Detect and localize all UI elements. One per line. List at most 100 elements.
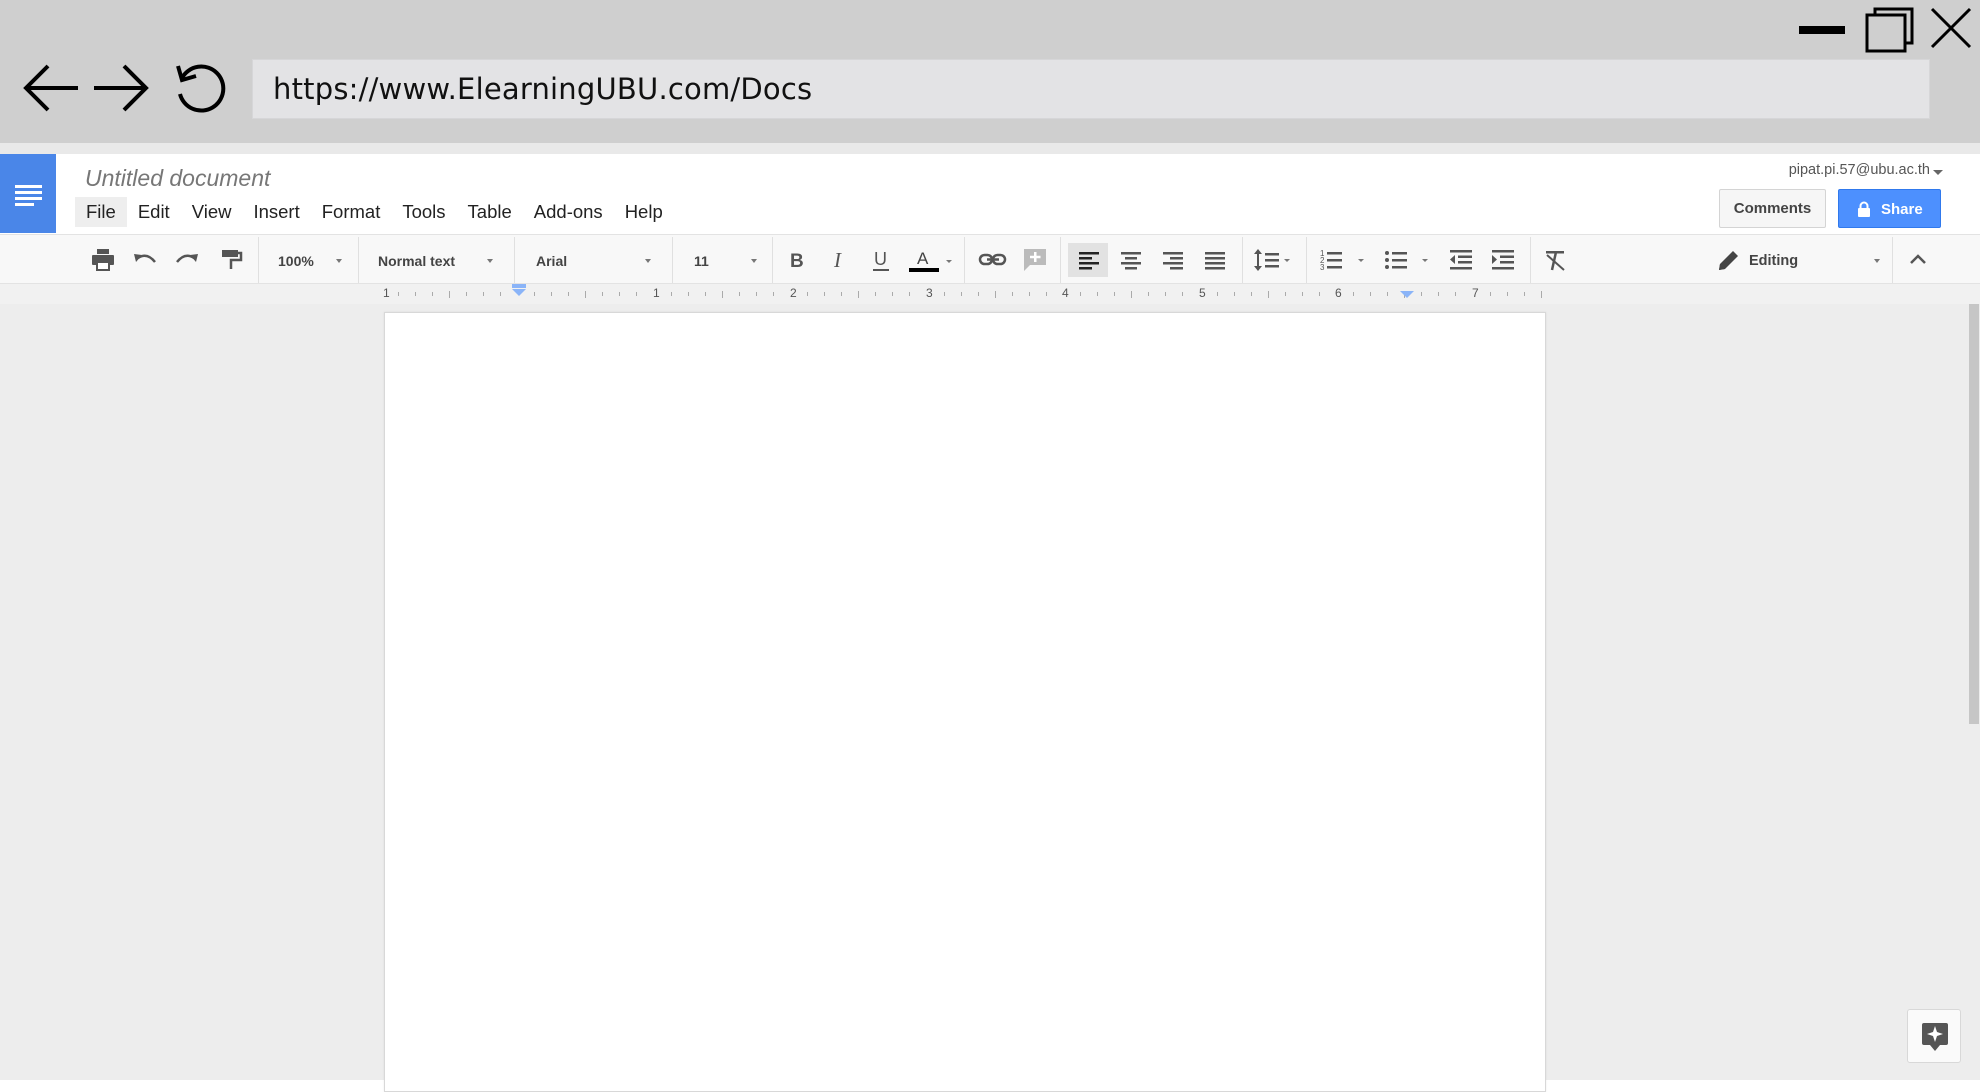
editing-mode-value: Editing (1749, 253, 1799, 269)
chevron-down-icon (487, 259, 493, 263)
ruler-tick (1045, 292, 1047, 296)
horizontal-ruler[interactable]: 1 1 2 3 4 5 6 7 (383, 284, 1545, 304)
ruler-tick (499, 292, 501, 296)
maximize-icon[interactable] (1860, 5, 1920, 55)
toolbar-separator (672, 237, 673, 283)
menu-format[interactable]: Format (311, 197, 392, 227)
ruler-tick (1165, 292, 1167, 296)
ruler-tick (1455, 292, 1457, 296)
back-arrow-icon[interactable] (20, 56, 84, 120)
reload-icon[interactable] (168, 56, 232, 120)
ruler-tick (482, 292, 484, 296)
ruler-tick (1489, 292, 1491, 296)
collapse-toolbar-icon[interactable] (1900, 243, 1936, 277)
editing-mode-dropdown[interactable]: Editing (1710, 243, 1882, 277)
ruler-tick (1421, 292, 1423, 296)
ruler-tick (1250, 292, 1252, 296)
menu-edit[interactable]: Edit (127, 197, 181, 227)
left-indent-marker-icon[interactable] (511, 284, 527, 298)
line-spacing-icon[interactable] (1250, 243, 1298, 277)
docs-header: Untitled document File Edit View Insert … (0, 154, 1980, 234)
menu-add-ons[interactable]: Add-ons (523, 197, 614, 227)
zoom-value: 100% (278, 253, 314, 269)
align-right-icon[interactable] (1154, 243, 1192, 277)
docs-logo-icon[interactable] (0, 154, 56, 233)
bulleted-list-icon[interactable] (1378, 243, 1436, 277)
zoom-dropdown[interactable]: 100% (268, 243, 350, 277)
ruler-tick (551, 292, 553, 296)
underline-icon[interactable]: U (865, 243, 899, 277)
ruler-tick (841, 292, 843, 296)
explore-button[interactable] (1907, 1009, 1961, 1063)
ruler-tick (619, 292, 621, 296)
minimize-icon[interactable] (1795, 5, 1855, 55)
document-title[interactable]: Untitled document (85, 165, 270, 192)
ruler-label: 1 (653, 286, 660, 300)
menu-insert[interactable]: Insert (242, 197, 310, 227)
italic-icon[interactable]: I (822, 243, 856, 277)
document-page[interactable] (384, 312, 1546, 1092)
ruler-tick (568, 292, 570, 296)
account-email[interactable]: pipat.pi.57@ubu.ac.th (1789, 162, 1930, 178)
ruler-tick (1267, 290, 1269, 298)
ruler-tick (1080, 292, 1082, 296)
ruler-tick (465, 292, 467, 296)
menu-table[interactable]: Table (457, 197, 523, 227)
svg-text:I: I (833, 248, 842, 272)
toolbar-separator (358, 237, 359, 283)
menu-help[interactable]: Help (614, 197, 674, 227)
align-center-icon[interactable] (1112, 243, 1150, 277)
ruler-tick (1011, 292, 1013, 296)
scrollbar-thumb[interactable] (1969, 304, 1979, 724)
print-icon[interactable] (86, 243, 120, 277)
chrome-divider (0, 143, 1980, 154)
ruler-tick (807, 292, 809, 296)
link-icon[interactable] (975, 243, 1011, 277)
bold-icon[interactable]: B (780, 243, 814, 277)
toolbar-separator (772, 237, 773, 283)
menu-view[interactable]: View (181, 197, 243, 227)
undo-icon[interactable] (128, 243, 162, 277)
font-size-dropdown[interactable]: 11 (682, 243, 762, 277)
ruler-label: 4 (1062, 286, 1069, 300)
ruler-tick (1114, 292, 1116, 296)
ruler-tick (943, 292, 945, 296)
account-caret-icon[interactable] (1933, 170, 1943, 175)
clear-formatting-icon[interactable] (1538, 243, 1574, 277)
paint-format-icon[interactable] (214, 243, 248, 277)
ruler-tick (824, 292, 826, 296)
forward-arrow-icon[interactable] (90, 56, 154, 120)
toolbar-separator (1892, 237, 1893, 283)
share-button[interactable]: Share (1838, 189, 1941, 228)
toolbar-separator (514, 237, 515, 283)
font-dropdown[interactable]: Arial (526, 243, 656, 277)
ruler-tick (1523, 292, 1525, 296)
ruler-tick (1097, 292, 1099, 296)
comments-button[interactable]: Comments (1719, 189, 1826, 228)
increase-indent-icon[interactable] (1486, 243, 1522, 277)
close-icon[interactable] (1922, 5, 1980, 55)
ruler-tick (1353, 292, 1355, 296)
align-left-icon[interactable] (1068, 243, 1108, 277)
redo-icon[interactable] (170, 243, 204, 277)
ruler-tick (704, 292, 706, 296)
paragraph-style-dropdown[interactable]: Normal text (368, 243, 498, 277)
toolbar-separator (964, 237, 965, 283)
address-bar[interactable]: https://www.ElearningUBU.com/Docs (252, 59, 1930, 119)
text-color-icon[interactable]: A (906, 243, 956, 277)
ruler-tick (1148, 292, 1150, 296)
chevron-down-icon (336, 259, 342, 263)
menu-bar: File Edit View Insert Format Tools Table… (75, 197, 674, 227)
menu-file[interactable]: File (75, 197, 127, 227)
ruler-tick (670, 292, 672, 296)
ruler-tick (892, 292, 894, 296)
align-justify-icon[interactable] (1196, 243, 1234, 277)
document-canvas (0, 304, 1980, 1092)
menu-tools[interactable]: Tools (391, 197, 456, 227)
decrease-indent-icon[interactable] (1444, 243, 1480, 277)
ruler-tick (585, 290, 587, 298)
add-comment-icon[interactable] (1018, 243, 1052, 277)
right-indent-marker-icon[interactable] (1399, 290, 1415, 300)
numbered-list-icon[interactable]: 123 (1314, 243, 1372, 277)
chevron-down-icon (645, 259, 651, 263)
